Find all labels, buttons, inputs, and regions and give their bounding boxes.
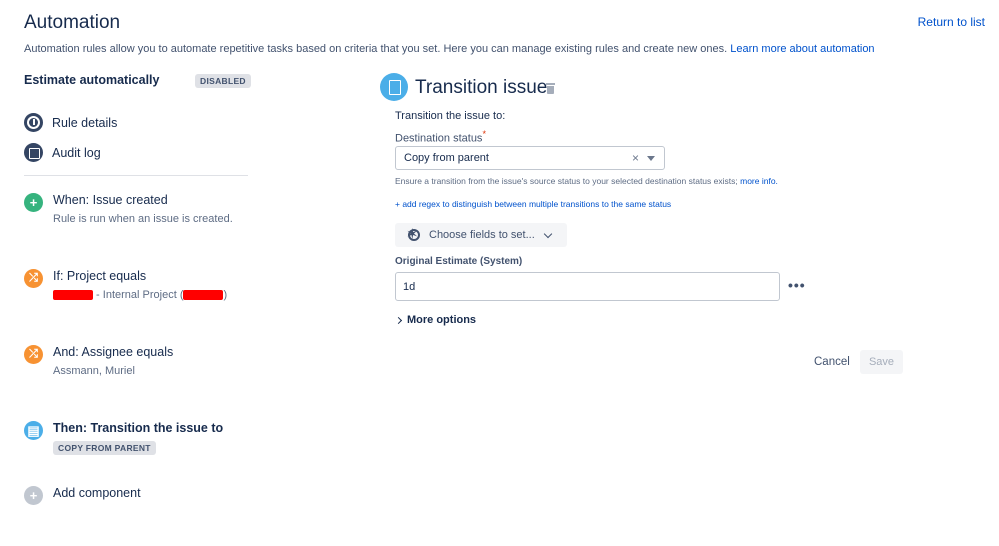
component-action-transition[interactable]: ▤ Then: Transition the issue to COPY FRO… [24,421,223,456]
component-subtitle: Assmann, Muriel [53,365,135,377]
redaction-mark [53,290,93,301]
nav-label: Audit log [52,145,101,160]
intro-description: Automation rules allow you to automate r… [24,43,728,55]
original-estimate-input[interactable]: 1d [395,272,780,301]
choose-fields-label: Choose fields to set... [429,229,535,241]
panel-subtitle: Transition the issue to: [395,110,506,122]
shuffle-icon: ⤮ [24,345,43,364]
component-subtitle: - Internal Project () [53,289,227,301]
more-options-label: More options [407,314,477,326]
required-marker: * [482,129,487,139]
add-regex-link[interactable]: + add regex to distinguish between multi… [395,199,671,209]
component-badge: COPY FROM PARENT [53,441,156,455]
original-estimate-label: Original Estimate (System) [395,256,523,267]
component-condition-project[interactable]: ⤮ If: Project equals - Internal Project … [24,269,227,301]
chevron-down-icon[interactable] [647,155,655,161]
component-subtitle: Rule is run when an issue is created. [53,213,233,225]
redaction-mark [183,290,224,301]
add-component-button[interactable]: + Add component [24,486,141,505]
page-title: Automation [24,12,121,33]
save-button[interactable]: Save [860,350,903,374]
trash-icon[interactable] [546,83,555,94]
transition-document-icon [380,73,408,101]
nav-rule-details[interactable]: Rule details [24,113,117,132]
component-title: When: Issue created [53,193,168,207]
transition-hint: Ensure a transition from the issue's sou… [395,176,778,186]
more-options-toggle[interactable]: More options [394,314,477,326]
shuffle-icon: ⤮ [24,269,43,288]
destination-label-text: Destination status [395,132,483,145]
destination-status-select[interactable]: Copy from parent × [395,146,665,170]
hint-text: Ensure a transition from the issue's sou… [395,176,738,186]
project-subtitle-text: - Internal Project ( [93,289,184,301]
gear-icon [406,225,421,243]
rule-name: Estimate automatically [24,73,160,87]
project-subtitle-end: ) [223,289,228,301]
more-actions-icon[interactable]: ••• [788,278,806,292]
chevron-down-icon [543,229,553,238]
component-title: And: Assignee equals [53,345,174,359]
document-icon: ▤ [24,421,43,440]
return-to-list-link[interactable]: Return to list [918,15,985,29]
intro-text: Automation rules allow you to automate r… [24,43,875,55]
panel-title: Transition issue [415,77,548,98]
info-icon [24,113,43,132]
component-title: Then: Transition the issue to [53,421,224,435]
nav-audit-log[interactable]: Audit log [24,143,101,162]
add-component-label: Add component [53,486,141,500]
destination-status-value: Copy from parent [404,152,489,164]
destination-status-label: Destination status* [395,129,486,145]
clear-icon[interactable]: × [632,151,639,165]
sidebar-divider [24,175,248,176]
plus-icon: + [24,486,43,505]
log-icon [24,143,43,162]
component-condition-assignee[interactable]: ⤮ And: Assignee equals Assmann, Muriel [24,345,173,377]
choose-fields-button[interactable]: Choose fields to set... [395,223,567,247]
rule-status-badge: DISABLED [195,74,251,88]
component-trigger[interactable]: + When: Issue created Rule is run when a… [24,193,233,225]
more-info-link[interactable]: more info. [740,176,778,186]
cancel-button[interactable]: Cancel [808,351,856,373]
nav-label: Rule details [52,115,118,130]
chevron-right-icon [394,316,403,324]
component-title: If: Project equals [53,269,147,283]
plus-icon: + [24,193,43,212]
learn-more-link[interactable]: Learn more about automation [730,43,874,55]
